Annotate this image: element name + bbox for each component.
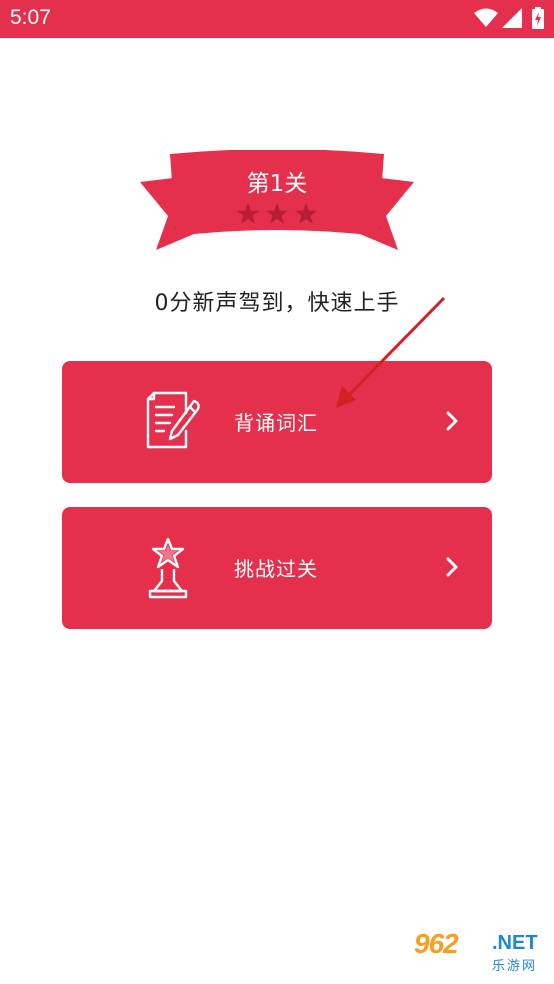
annotation-arrow: [336, 296, 446, 408]
status-time: 5:07: [10, 6, 51, 29]
challenge-level-label: 挑战过关: [234, 557, 318, 581]
battery-icon: [532, 7, 544, 33]
watermark-sub: 乐游网: [492, 959, 538, 974]
document-pen-icon: [146, 391, 200, 449]
watermark-number: 962: [414, 928, 459, 959]
level-title: 第1关: [246, 171, 308, 197]
watermark-net: .NET: [492, 932, 538, 954]
level-stars: [237, 203, 317, 224]
star-icon: [237, 203, 259, 224]
chevron-right-icon: [446, 557, 458, 577]
wifi-icon: [474, 8, 498, 32]
recite-vocabulary-label: 背诵词汇: [234, 411, 318, 435]
watermark-logo: 962 .NET 乐游网: [414, 928, 548, 978]
chevron-right-icon: [446, 411, 458, 431]
star-icon: [266, 203, 288, 224]
star-icon: [295, 203, 317, 224]
challenge-level-button[interactable]: 挑战过关: [62, 507, 492, 629]
recite-vocabulary-button[interactable]: 背诵词汇: [62, 361, 492, 483]
signal-icon: [502, 8, 522, 32]
status-bar: 5:07: [0, 0, 554, 38]
level-subtitle: 0分新声驾到，快速上手: [154, 291, 400, 316]
star-trophy-icon: [148, 537, 188, 599]
